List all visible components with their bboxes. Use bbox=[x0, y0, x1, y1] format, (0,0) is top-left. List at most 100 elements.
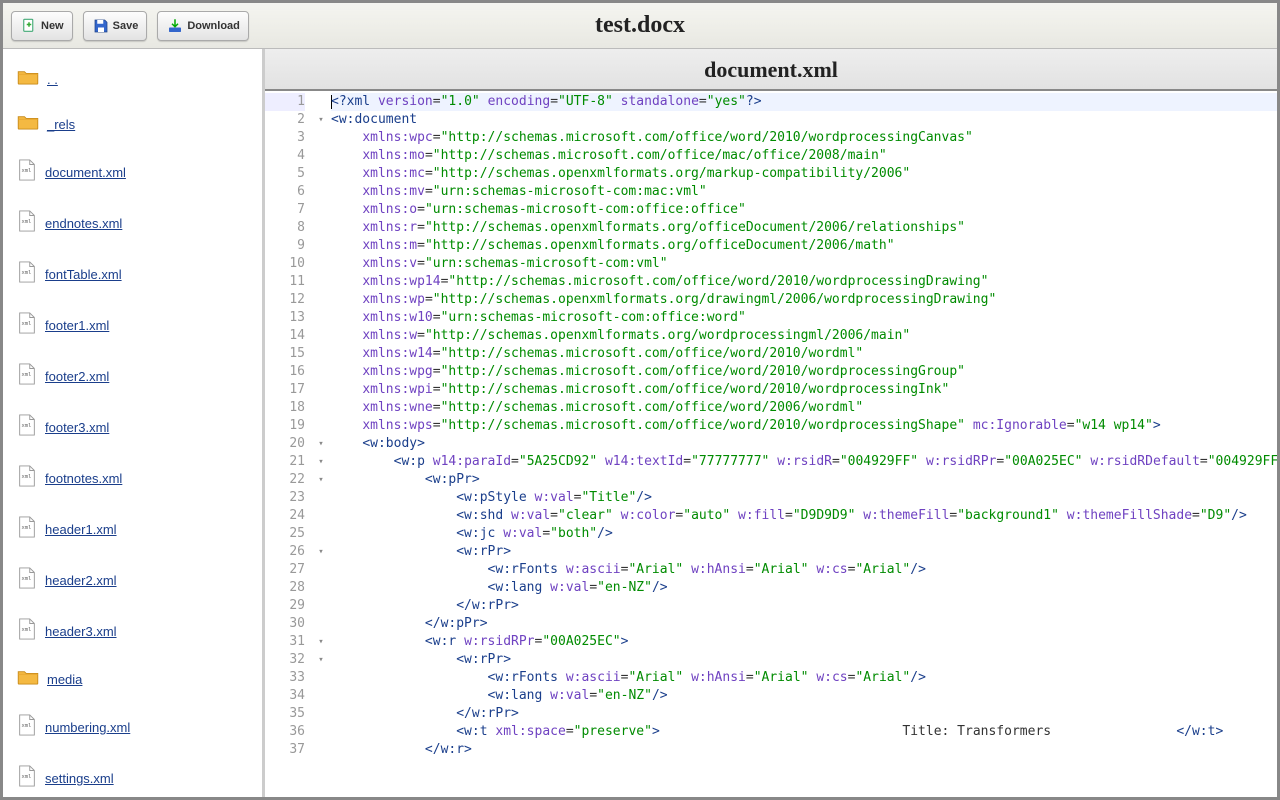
sidebar-item-numberingxml[interactable]: xmlnumbering.xml bbox=[3, 702, 262, 753]
line-number: 20 bbox=[265, 435, 305, 453]
fold-toggle[interactable]: ▾ bbox=[315, 633, 327, 651]
sidebar-item-_rels[interactable]: _rels bbox=[3, 102, 262, 147]
code-line[interactable]: xmlns:wpi="http://schemas.microsoft.com/… bbox=[331, 381, 1277, 399]
fold-toggle bbox=[315, 489, 327, 507]
code-line[interactable]: xmlns:w14="http://schemas.microsoft.com/… bbox=[331, 345, 1277, 363]
code-line[interactable]: xmlns:v="urn:schemas-microsoft-com:vml" bbox=[331, 255, 1277, 273]
code-line[interactable]: xmlns:wpg="http://schemas.microsoft.com/… bbox=[331, 363, 1277, 381]
download-icon bbox=[166, 17, 184, 35]
line-number: 8 bbox=[265, 219, 305, 237]
sidebar-item-header3xml[interactable]: xml header3.xml bbox=[3, 606, 262, 657]
fold-toggle[interactable]: ▾ bbox=[315, 471, 327, 489]
code-line[interactable]: <w:document bbox=[331, 111, 1277, 129]
sidebar-item-label: footer1.xml bbox=[45, 318, 109, 333]
code-line[interactable]: xmlns:wp14="http://schemas.microsoft.com… bbox=[331, 273, 1277, 291]
sidebar-item-documentxml[interactable]: xmldocument.xml bbox=[3, 147, 262, 198]
svg-text:xml: xml bbox=[22, 372, 32, 378]
code-line[interactable]: <w:rFonts w:ascii="Arial" w:hAnsi="Arial… bbox=[331, 669, 1277, 687]
sidebar-item-media[interactable]: media bbox=[3, 657, 262, 702]
line-number: 37 bbox=[265, 741, 305, 759]
fold-toggle bbox=[315, 309, 327, 327]
code-line[interactable]: xmlns:mc="http://schemas.openxmlformats.… bbox=[331, 165, 1277, 183]
code-line[interactable]: <w:jc w:val="both"/> bbox=[331, 525, 1277, 543]
code-line[interactable]: xmlns:r="http://schemas.openxmlformats.o… bbox=[331, 219, 1277, 237]
fold-toggle[interactable]: ▾ bbox=[315, 453, 327, 471]
svg-text:xml: xml bbox=[22, 627, 32, 633]
fold-toggle bbox=[315, 129, 327, 147]
download-button[interactable]: Download bbox=[157, 11, 249, 41]
sidebar-item-header2xml[interactable]: xmlheader2.xml bbox=[3, 555, 262, 606]
code-line[interactable]: <w:lang w:val="en-NZ"/> bbox=[331, 579, 1277, 597]
code-line[interactable]: xmlns:wne="http://schemas.microsoft.com/… bbox=[331, 399, 1277, 417]
code-line[interactable]: </w:rPr> bbox=[331, 705, 1277, 723]
sidebar-item-label: header3.xml bbox=[45, 624, 117, 639]
sidebar-item-footer3xml[interactable]: xmlfooter3.xml bbox=[3, 402, 262, 453]
fold-toggle[interactable]: ▾ bbox=[315, 651, 327, 669]
code-line[interactable]: </w:r> bbox=[331, 741, 1277, 759]
code-line[interactable]: <w:pStyle w:val="Title"/> bbox=[331, 489, 1277, 507]
code-line[interactable]: <w:t xml:space="preserve"> Title: Transf… bbox=[331, 723, 1277, 741]
save-button[interactable]: Save bbox=[83, 11, 148, 41]
editor-filename: document.xml bbox=[265, 49, 1277, 91]
line-number: 26 bbox=[265, 543, 305, 561]
file-sidebar[interactable]: . ._relsxmldocument.xmlxmlendnotes.xmlxm… bbox=[3, 49, 265, 797]
sidebar-item-footer1xml[interactable]: xmlfooter1.xml bbox=[3, 300, 262, 351]
code-line[interactable]: xmlns:w10="urn:schemas-microsoft-com:off… bbox=[331, 309, 1277, 327]
code-line[interactable]: </w:pPr> bbox=[331, 615, 1277, 633]
fold-toggle[interactable]: ▾ bbox=[315, 111, 327, 129]
fold-toggle[interactable]: ▾ bbox=[315, 435, 327, 453]
code-line[interactable]: <w:rPr> bbox=[331, 651, 1277, 669]
xml-file-icon: xml bbox=[17, 618, 37, 645]
fold-toggle bbox=[315, 561, 327, 579]
code-line[interactable]: xmlns:wpc="http://schemas.microsoft.com/… bbox=[331, 129, 1277, 147]
line-number: 11 bbox=[265, 273, 305, 291]
code-lines[interactable]: <?xml version="1.0" encoding="UTF-8" sta… bbox=[327, 91, 1277, 797]
sidebar-item-fontTablexml[interactable]: xmlfontTable.xml bbox=[3, 249, 262, 300]
sidebar-item-label: _rels bbox=[47, 117, 75, 132]
code-line[interactable]: <w:shd w:val="clear" w:color="auto" w:fi… bbox=[331, 507, 1277, 525]
code-line[interactable]: xmlns:m="http://schemas.openxmlformats.o… bbox=[331, 237, 1277, 255]
code-line[interactable]: xmlns:mo="http://schemas.microsoft.com/o… bbox=[331, 147, 1277, 165]
code-line[interactable]: <?xml version="1.0" encoding="UTF-8" sta… bbox=[331, 93, 1277, 111]
fold-toggle bbox=[315, 579, 327, 597]
fold-toggle bbox=[315, 507, 327, 525]
code-line[interactable]: xmlns:wps="http://schemas.microsoft.com/… bbox=[331, 417, 1277, 435]
code-line[interactable]: <w:rPr> bbox=[331, 543, 1277, 561]
line-number: 6 bbox=[265, 183, 305, 201]
sidebar-item-label: . . bbox=[47, 72, 58, 87]
sidebar-item-label: header1.xml bbox=[45, 522, 117, 537]
fold-column[interactable]: ▾▾▾▾▾▾▾ bbox=[315, 91, 327, 797]
code-line[interactable]: <w:body> bbox=[331, 435, 1277, 453]
sidebar-item-settingsxml[interactable]: xmlsettings.xml bbox=[3, 753, 262, 797]
line-number: 25 bbox=[265, 525, 305, 543]
line-number: 33 bbox=[265, 669, 305, 687]
code-line[interactable]: <w:lang w:val="en-NZ"/> bbox=[331, 687, 1277, 705]
fold-toggle[interactable]: ▾ bbox=[315, 543, 327, 561]
floppy-disk-icon bbox=[92, 17, 110, 35]
line-number: 15 bbox=[265, 345, 305, 363]
fold-toggle bbox=[315, 399, 327, 417]
sidebar-item-header1xml[interactable]: xmlheader1.xml bbox=[3, 504, 262, 555]
sidebar-item-footer2xml[interactable]: xmlfooter2.xml bbox=[3, 351, 262, 402]
code-editor[interactable]: 1234567891011121314151617181920212223242… bbox=[265, 91, 1277, 797]
code-line[interactable]: <w:r w:rsidRPr="00A025EC"> bbox=[331, 633, 1277, 651]
new-label: New bbox=[41, 20, 64, 32]
line-number: 19 bbox=[265, 417, 305, 435]
fold-toggle bbox=[315, 417, 327, 435]
svg-text:xml: xml bbox=[22, 219, 32, 225]
code-line[interactable]: <w:rFonts w:ascii="Arial" w:hAnsi="Arial… bbox=[331, 561, 1277, 579]
code-line[interactable]: xmlns:o="urn:schemas-microsoft-com:offic… bbox=[331, 201, 1277, 219]
line-number: 2 bbox=[265, 111, 305, 129]
code-line[interactable]: <w:pPr> bbox=[331, 471, 1277, 489]
new-button[interactable]: New bbox=[11, 11, 73, 41]
sidebar-item-endnotesxml[interactable]: xmlendnotes.xml bbox=[3, 198, 262, 249]
code-line[interactable]: <w:p w14:paraId="5A25CD92" w14:textId="7… bbox=[331, 453, 1277, 471]
code-line[interactable]: xmlns:wp="http://schemas.openxmlformats.… bbox=[331, 291, 1277, 309]
line-number: 17 bbox=[265, 381, 305, 399]
sidebar-item-[interactable]: . . bbox=[3, 57, 262, 102]
sidebar-item-footnotesxml[interactable]: xmlfootnotes.xml bbox=[3, 453, 262, 504]
code-line[interactable]: xmlns:mv="urn:schemas-microsoft-com:mac:… bbox=[331, 183, 1277, 201]
line-number: 3 bbox=[265, 129, 305, 147]
code-line[interactable]: xmlns:w="http://schemas.openxmlformats.o… bbox=[331, 327, 1277, 345]
code-line[interactable]: </w:rPr> bbox=[331, 597, 1277, 615]
